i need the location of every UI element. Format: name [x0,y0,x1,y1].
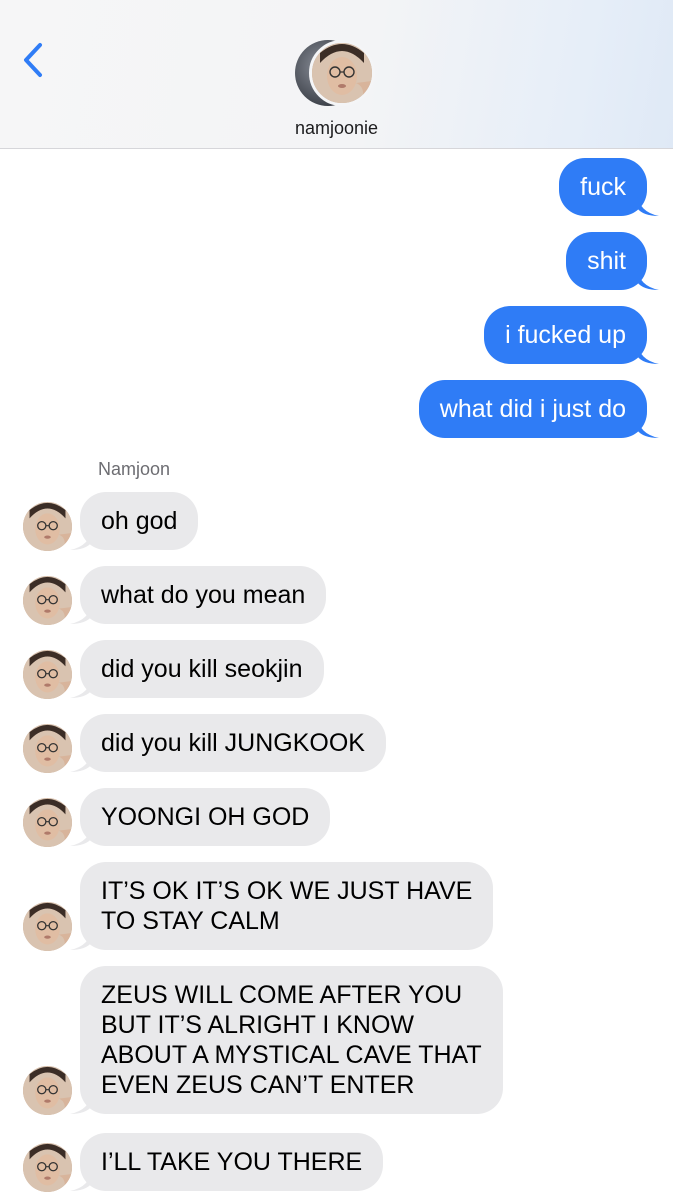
message-line: TO STAY CALM [101,907,280,935]
chevron-left-icon [24,43,42,77]
message-line: IT’S OK IT’S OK WE JUST HAVE [101,877,473,905]
message-bubble[interactable]: ZEUS WILL COME AFTER YOU BUT IT’S ALRIGHT… [70,966,503,1114]
message-line: YOONGI OH GOD [101,803,310,831]
outgoing-message[interactable]: fuck [559,158,659,216]
sender-avatar[interactable] [23,502,72,551]
bubble-tail [70,528,92,550]
sender-avatar[interactable] [23,650,72,699]
message-text: did you kill seokjin [80,640,324,698]
bubble-tail [70,1169,92,1191]
bubble-tail [70,750,92,772]
message-bubble[interactable]: did you kill seokjin [70,640,324,698]
message-bubble[interactable]: oh god [70,492,199,550]
message-text: oh god [80,492,199,550]
sender-avatar[interactable] [23,576,72,625]
sender-name: Namjoon [98,459,171,479]
bubble-tail [70,1092,92,1114]
bubble-tail [637,194,659,216]
message-text: what did i just do [418,380,647,438]
message-line: did you kill JUNGKOOK [101,729,365,757]
message-line: oh god [101,507,178,535]
message-bubble[interactable]: IT’S OK IT’S OK WE JUST HAVE TO STAY CALM [70,862,494,950]
message-bubble[interactable]: I’LL TAKE YOU THERE [70,1133,384,1191]
message-line: ABOUT A MYSTICAL CAVE THAT [101,1041,482,1069]
message-line: BUT IT’S ALRIGHT I KNOW [101,1011,415,1039]
message-text: fuck [559,158,647,216]
message-text: I’LL TAKE YOU THERE [80,1133,384,1191]
outgoing-message[interactable]: what did i just do [418,380,659,438]
message-bubble[interactable]: YOONGI OH GOD [70,788,331,846]
conversation-header: namjoonie [0,0,673,149]
sender-avatar[interactable] [23,902,72,951]
message-bubble[interactable]: did you kill JUNGKOOK [70,714,386,772]
contact-name[interactable]: namjoonie [0,118,673,139]
bubble-tail [70,676,92,698]
bubble-tail [70,824,92,846]
message-text: IT’S OK IT’S OK WE JUST HAVE TO STAY CALM [80,862,494,950]
sender-avatar[interactable] [23,1143,72,1192]
message-bubble[interactable]: what do you mean [70,566,327,624]
bubble-tail [70,928,92,950]
message-text: ZEUS WILL COME AFTER YOU BUT IT’S ALRIGHT… [80,966,503,1114]
bubble-tail [637,342,659,364]
contact-avatar-group[interactable] [295,40,379,106]
outgoing-message[interactable]: i fucked up [484,306,659,364]
bubble-tail [70,602,92,624]
message-line: what do you mean [101,581,306,609]
message-line: I’LL TAKE YOU THERE [101,1148,363,1176]
bubble-tail [637,268,659,290]
back-button[interactable] [16,36,52,84]
outgoing-message[interactable]: shit [566,232,659,290]
message-line: ZEUS WILL COME AFTER YOU [101,981,463,1009]
sender-avatar[interactable] [23,1066,72,1115]
message-text: shit [566,232,647,290]
message-text: i fucked up [484,306,647,364]
sender-avatar[interactable] [23,798,72,847]
sender-avatar[interactable] [23,724,72,773]
message-line: did you kill seokjin [101,655,303,683]
message-line: EVEN ZEUS CAN’T ENTER [101,1071,415,1099]
message-text: did you kill JUNGKOOK [80,714,386,772]
message-text: what do you mean [80,566,327,624]
contact-avatar [309,40,375,106]
bubble-tail [637,416,659,438]
message-text: YOONGI OH GOD [80,788,331,846]
